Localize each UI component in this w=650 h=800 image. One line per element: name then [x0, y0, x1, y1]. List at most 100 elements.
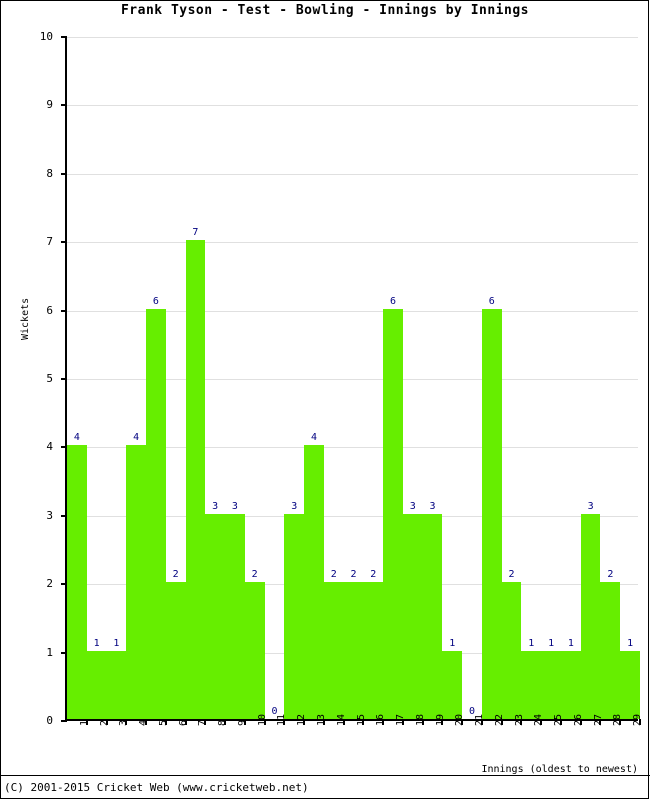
- bar-slot[interactable]: 3: [402, 37, 423, 719]
- bar-slot[interactable]: 6: [383, 37, 403, 719]
- bar-value-label: 1: [449, 637, 456, 649]
- bar-slot[interactable]: 4: [304, 37, 324, 719]
- bar[interactable]: [363, 582, 384, 719]
- bar[interactable]: [86, 650, 107, 719]
- x-tick-label: 13: [315, 713, 327, 726]
- bar[interactable]: [146, 308, 166, 719]
- bar-slot[interactable]: 2: [600, 37, 621, 719]
- bar-slot[interactable]: 3: [422, 37, 443, 719]
- bar-value-label: 1: [627, 637, 634, 649]
- bar[interactable]: [580, 513, 601, 719]
- y-tick-mark: [61, 720, 67, 722]
- bar[interactable]: [442, 650, 463, 719]
- bar[interactable]: [402, 513, 423, 719]
- bar-value-label: 3: [587, 500, 594, 512]
- bar-slot[interactable]: 6: [146, 37, 166, 719]
- bar[interactable]: [501, 582, 522, 719]
- bar-slot[interactable]: 3: [284, 37, 305, 719]
- bar-value-label: 4: [73, 432, 80, 444]
- x-tick-label: 16: [375, 713, 387, 726]
- bar[interactable]: [284, 513, 305, 719]
- bar[interactable]: [67, 445, 87, 719]
- bar[interactable]: [165, 582, 186, 719]
- bar-slot[interactable]: 1: [442, 37, 463, 719]
- bar-value-label: 1: [113, 637, 120, 649]
- bar-slot[interactable]: 4: [67, 37, 87, 719]
- bar-slot[interactable]: 2: [244, 37, 265, 719]
- x-tick-label: 28: [612, 713, 624, 726]
- bar-value-label: 1: [528, 637, 535, 649]
- bar[interactable]: [205, 513, 226, 719]
- bar[interactable]: [481, 308, 502, 719]
- bar-value-label: 2: [607, 569, 614, 581]
- bar-value-label: 2: [370, 569, 377, 581]
- x-tick-label: 29: [632, 713, 644, 726]
- bar-value-label: 3: [409, 500, 416, 512]
- bar[interactable]: [422, 513, 443, 719]
- x-tick-label: 3: [118, 719, 130, 726]
- bar[interactable]: [225, 513, 245, 719]
- bar-slot[interactable]: 3: [225, 37, 245, 719]
- bar-value-label: 6: [488, 295, 495, 307]
- bar-slot[interactable]: 2: [501, 37, 522, 719]
- x-tick-label: 1: [78, 719, 90, 726]
- x-tick-label: 21: [474, 713, 486, 726]
- x-tick-label: 10: [256, 713, 268, 726]
- x-tick-label: 12: [296, 713, 308, 726]
- bar[interactable]: [304, 445, 324, 719]
- bar-slot[interactable]: 2: [165, 37, 186, 719]
- bar[interactable]: [323, 582, 344, 719]
- bar-slot[interactable]: 3: [205, 37, 226, 719]
- bar-slot[interactable]: 6: [481, 37, 502, 719]
- bar-value-label: 1: [93, 637, 100, 649]
- bar-slot[interactable]: 1: [560, 37, 581, 719]
- bar[interactable]: [185, 240, 206, 719]
- bowling-innings-chart: Frank Tyson - Test - Bowling - Innings b…: [0, 0, 650, 800]
- x-tick-label: 26: [572, 713, 584, 726]
- bar-slot[interactable]: 1: [86, 37, 107, 719]
- copyright-footer: (C) 2001-2015 Cricket Web (www.cricketwe…: [4, 781, 309, 794]
- bar-value-label: 2: [251, 569, 258, 581]
- x-tick-label: 23: [513, 713, 525, 726]
- x-tick-label: 9: [236, 719, 248, 726]
- bar[interactable]: [600, 582, 621, 719]
- bar-value-label: 1: [567, 637, 574, 649]
- bar-slot[interactable]: 7: [185, 37, 206, 719]
- bar-value-label: 2: [330, 569, 337, 581]
- bar[interactable]: [343, 582, 364, 719]
- bar-slot[interactable]: 1: [106, 37, 127, 719]
- bar-slot[interactable]: 0: [462, 37, 482, 719]
- bar-slot[interactable]: 2: [323, 37, 344, 719]
- x-tick-label: 18: [414, 713, 426, 726]
- bar-slot[interactable]: 2: [363, 37, 384, 719]
- x-tick-label: 6: [177, 719, 189, 726]
- x-tick-label: 20: [454, 713, 466, 726]
- bar-slot[interactable]: 0: [265, 37, 285, 719]
- bar-slot[interactable]: 1: [541, 37, 561, 719]
- y-tick-label: 0: [46, 714, 53, 727]
- x-tick-label: 11: [276, 713, 288, 726]
- bar-slot[interactable]: 1: [620, 37, 640, 719]
- y-tick-label: 6: [46, 303, 53, 317]
- bar[interactable]: [383, 308, 403, 719]
- x-tick-label: 25: [553, 713, 565, 726]
- bar-value-label: 2: [172, 569, 179, 581]
- bar-value-label: 3: [291, 500, 298, 512]
- footer-divider: [0, 775, 650, 776]
- bar-slot[interactable]: 4: [126, 37, 147, 719]
- bar[interactable]: [521, 650, 542, 719]
- bar[interactable]: [106, 650, 127, 719]
- x-tick-label: 2: [98, 719, 110, 726]
- bar[interactable]: [126, 445, 147, 719]
- bar-slot[interactable]: 1: [521, 37, 542, 719]
- x-tick-label: 5: [157, 719, 169, 726]
- bar-value-label: 7: [192, 227, 199, 239]
- bar[interactable]: [560, 650, 581, 719]
- x-tick-label: 14: [335, 713, 347, 726]
- bar-slot[interactable]: 3: [580, 37, 601, 719]
- bar[interactable]: [244, 582, 265, 719]
- bar[interactable]: [620, 650, 640, 719]
- bar-value-label: 2: [508, 569, 515, 581]
- bar-slot[interactable]: 2: [343, 37, 364, 719]
- bar[interactable]: [541, 650, 561, 719]
